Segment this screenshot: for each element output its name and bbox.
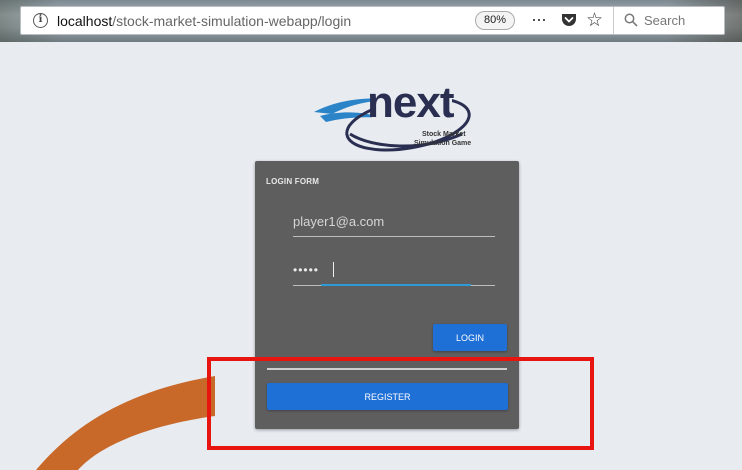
password-focus-underline [321,284,471,286]
text-caret [333,262,334,277]
password-input[interactable] [293,258,495,282]
search-icon [624,13,638,27]
browser-toolbar: i localhost/stock-market-simulation-weba… [0,0,742,42]
email-input[interactable] [293,209,495,233]
form-title: LOGIN FORM [266,177,320,186]
email-underline [293,236,495,237]
password-field[interactable] [293,258,495,286]
url-text[interactable]: localhost/stock-market-simulation-webapp… [57,13,351,29]
url-path: /stock-market-simulation-webapp/login [112,13,352,29]
app-logo: next Stock Market Simulation Game [312,78,482,157]
pocket-icon[interactable] [561,13,577,28]
more-actions-icon[interactable]: ··· [531,9,547,30]
logo-subtitle-line1: Stock Market [422,131,466,138]
logo-wordmark: next [367,78,454,127]
search-placeholder: Search [644,13,686,28]
zoom-level-badge[interactable]: 80% [475,11,515,30]
login-button[interactable]: LOGIN [433,324,507,351]
search-input[interactable]: Search [613,7,725,34]
url-host: localhost [57,13,113,29]
bookmark-star-icon[interactable]: ☆ [586,9,603,32]
address-bar[interactable]: i localhost/stock-market-simulation-weba… [20,6,725,35]
highlight-annotation-box [207,357,594,450]
email-field[interactable] [293,209,495,237]
logo-subtitle-line2: Simulation Game [414,140,472,147]
info-icon[interactable]: i [33,13,48,28]
